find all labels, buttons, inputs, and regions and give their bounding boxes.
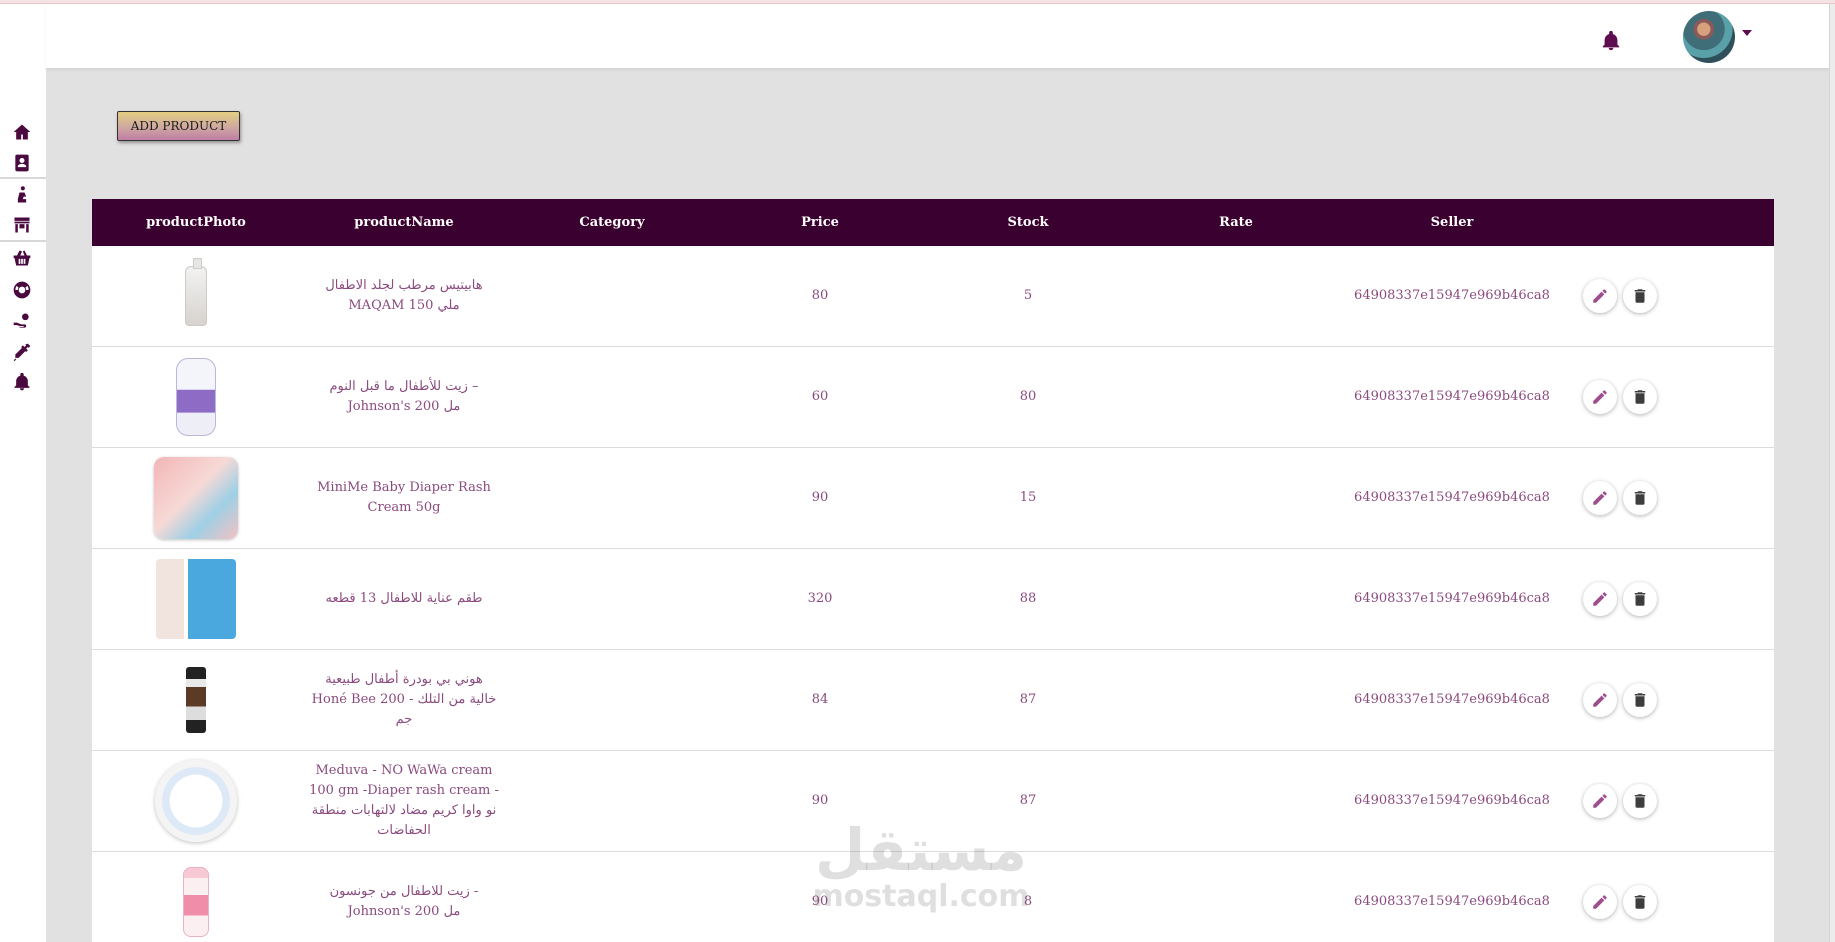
product-name: هوني بي بودرة أطفال طبيعية Honé Bee خالي… bbox=[311, 672, 497, 727]
edit-button[interactable] bbox=[1583, 279, 1617, 313]
product-seller: 64908337e15947e969b46ca8 bbox=[1354, 692, 1550, 707]
product-price: 60 bbox=[811, 389, 829, 404]
avatar[interactable] bbox=[1683, 11, 1735, 63]
add-product-button[interactable]: ADD PRODUCT bbox=[117, 111, 240, 141]
table-row: MiniMe Baby Diaper Rash Cream 50g 90 15 … bbox=[92, 448, 1774, 549]
delete-button[interactable] bbox=[1623, 279, 1657, 313]
product-stock: 88 bbox=[1019, 591, 1037, 606]
column-header-name: productName bbox=[354, 215, 454, 230]
products-table: productPhoto productName Category Price … bbox=[92, 199, 1774, 942]
product-price: 90 bbox=[811, 793, 829, 808]
edit-button[interactable] bbox=[1583, 380, 1617, 414]
bell-icon[interactable] bbox=[1600, 30, 1622, 54]
trash-icon bbox=[1634, 794, 1646, 808]
trash-icon bbox=[1634, 592, 1646, 606]
edit-button[interactable] bbox=[1583, 784, 1617, 818]
product-price: 80 bbox=[811, 288, 829, 303]
trash-icon bbox=[1634, 895, 1646, 909]
top-header bbox=[46, 4, 1835, 68]
trash-icon bbox=[1634, 491, 1646, 505]
product-name: هابيتيس مرطب لجلد الاطفال MAQAM 150 ملي bbox=[325, 278, 483, 313]
product-seller: 64908337e15947e969b46ca8 bbox=[1354, 591, 1550, 606]
product-photo bbox=[154, 860, 238, 942]
product-name: MiniMe Baby Diaper Rash Cream 50g bbox=[317, 480, 491, 515]
column-header-stock: Stock bbox=[1007, 215, 1049, 230]
delete-button[interactable] bbox=[1623, 683, 1657, 717]
trash-icon bbox=[1634, 693, 1646, 707]
trash-icon bbox=[1634, 390, 1646, 404]
delete-button[interactable] bbox=[1623, 784, 1657, 818]
life-ring-icon[interactable] bbox=[11, 279, 33, 301]
edit-button[interactable] bbox=[1583, 885, 1617, 919]
sidebar bbox=[0, 4, 46, 942]
product-photo bbox=[154, 759, 238, 843]
product-photo bbox=[154, 254, 238, 338]
pencil-icon bbox=[1593, 491, 1607, 505]
product-price: 90 bbox=[811, 894, 829, 909]
column-header-rate: Rate bbox=[1219, 215, 1253, 230]
edit-button[interactable] bbox=[1583, 683, 1617, 717]
product-photo bbox=[154, 355, 238, 439]
edit-button[interactable] bbox=[1583, 582, 1617, 616]
product-name: زيت للاطفال من جونسون - Johnson's 200 مل bbox=[329, 884, 479, 919]
product-photo bbox=[154, 557, 238, 641]
product-photo bbox=[154, 456, 238, 540]
pencil-icon bbox=[1593, 693, 1607, 707]
delete-button[interactable] bbox=[1623, 481, 1657, 515]
product-stock: 5 bbox=[1023, 288, 1033, 303]
basket-icon[interactable] bbox=[11, 247, 33, 269]
column-header-seller: Seller bbox=[1430, 215, 1474, 230]
product-stock: 87 bbox=[1019, 692, 1037, 707]
product-seller: 64908337e15947e969b46ca8 bbox=[1354, 894, 1550, 909]
pencil-icon bbox=[1593, 289, 1607, 303]
table-row: هوني بي بودرة أطفال طبيعية Honé Bee خالي… bbox=[92, 650, 1774, 751]
product-stock: 80 bbox=[1019, 389, 1037, 404]
person-carry-icon[interactable] bbox=[11, 184, 33, 206]
edit-button[interactable] bbox=[1583, 481, 1617, 515]
column-header-photo: productPhoto bbox=[146, 215, 246, 230]
product-name: طقم عناية للاطفال 13 قطعه bbox=[325, 591, 483, 606]
pencil-icon bbox=[1593, 592, 1607, 606]
address-book-icon[interactable] bbox=[11, 152, 33, 174]
delete-button[interactable] bbox=[1623, 380, 1657, 414]
sidebar-divider bbox=[0, 240, 46, 242]
syringe-icon[interactable] bbox=[11, 341, 33, 363]
product-name: Meduva - NO WaWa cream 100 gm -Diaper ra… bbox=[309, 763, 499, 838]
column-header-price: Price bbox=[801, 215, 839, 230]
product-seller: 64908337e15947e969b46ca8 bbox=[1354, 389, 1550, 404]
delete-button[interactable] bbox=[1623, 582, 1657, 616]
product-photo bbox=[154, 658, 238, 742]
column-header-category: Category bbox=[579, 215, 645, 230]
table-header: productPhoto productName Category Price … bbox=[92, 199, 1774, 246]
pencil-icon bbox=[1593, 390, 1607, 404]
product-seller: 64908337e15947e969b46ca8 bbox=[1354, 490, 1550, 505]
product-seller: 64908337e15947e969b46ca8 bbox=[1354, 288, 1550, 303]
table-row: هابيتيس مرطب لجلد الاطفال MAQAM 150 ملي … bbox=[92, 246, 1774, 347]
product-stock: 15 bbox=[1019, 490, 1037, 505]
pencil-icon bbox=[1593, 895, 1607, 909]
product-seller: 64908337e15947e969b46ca8 bbox=[1354, 793, 1550, 808]
product-stock: 87 bbox=[1019, 793, 1037, 808]
bell-icon[interactable] bbox=[11, 371, 33, 393]
table-row: طقم عناية للاطفال 13 قطعه 320 88 6490833… bbox=[92, 549, 1774, 650]
product-name: زيت للأطفال ما قبل النوم – Johnson's 200… bbox=[329, 379, 479, 414]
product-price: 84 bbox=[811, 692, 829, 707]
product-stock: 8 bbox=[1023, 894, 1033, 909]
delete-button[interactable] bbox=[1623, 885, 1657, 919]
hand-coins-icon[interactable] bbox=[11, 310, 33, 332]
chevron-down-icon[interactable] bbox=[1742, 30, 1752, 36]
table-row: زيت للأطفال ما قبل النوم – Johnson's 200… bbox=[92, 347, 1774, 448]
table-row: Meduva - NO WaWa cream 100 gm -Diaper ra… bbox=[92, 751, 1774, 852]
sidebar-divider bbox=[0, 177, 46, 179]
home-icon[interactable] bbox=[11, 121, 33, 143]
pencil-icon bbox=[1593, 794, 1607, 808]
store-icon[interactable] bbox=[11, 214, 33, 236]
product-price: 320 bbox=[807, 591, 833, 606]
trash-icon bbox=[1634, 289, 1646, 303]
scrollbar-track[interactable] bbox=[1829, 4, 1835, 942]
product-price: 90 bbox=[811, 490, 829, 505]
table-row: زيت للاطفال من جونسون - Johnson's 200 مل… bbox=[92, 852, 1774, 942]
